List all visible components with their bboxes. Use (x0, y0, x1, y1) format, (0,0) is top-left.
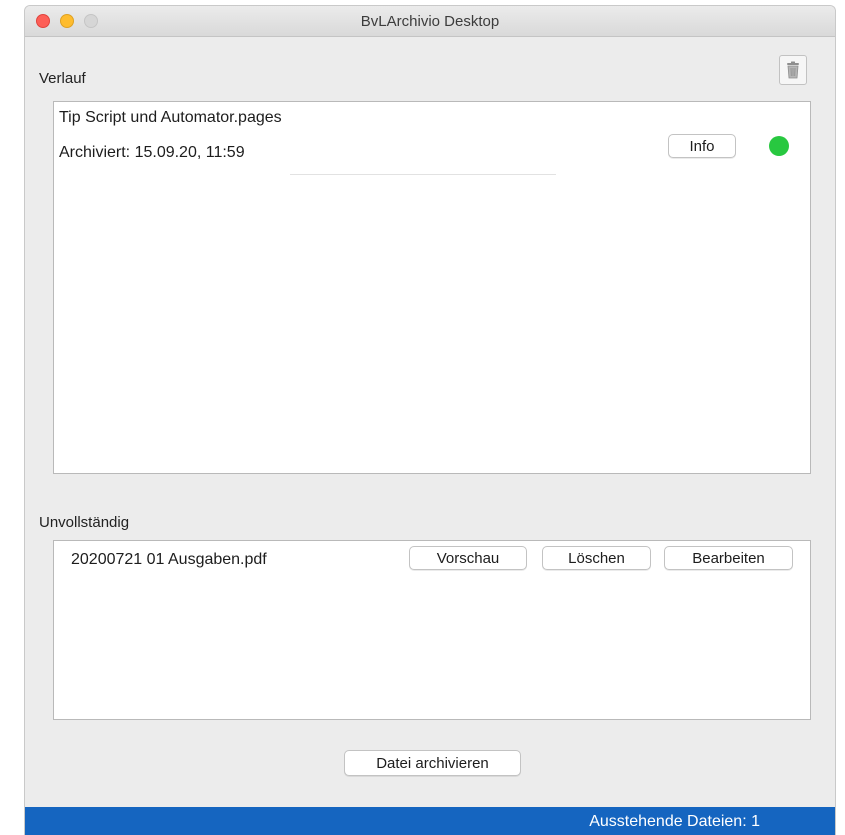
incomplete-item-filename[interactable]: 20200721 01 Ausgaben.pdf (71, 551, 267, 569)
history-item-filename[interactable]: Tip Script und Automator.pages (59, 109, 282, 127)
title-bar[interactable]: BvLArchivio Desktop (25, 6, 835, 37)
history-section-label: Verlauf (39, 70, 86, 87)
history-list[interactable]: Tip Script und Automator.pages Archivier… (53, 101, 811, 474)
app-window: BvLArchivio Desktop Verlauf Tip Script u… (24, 5, 836, 835)
info-button[interactable]: Info (668, 134, 736, 158)
delete-button[interactable]: Löschen (542, 546, 651, 570)
archive-status-indicator (769, 136, 789, 156)
pending-files-count: Ausstehende Dateien: 1 (589, 813, 760, 830)
preview-button[interactable]: Vorschau (409, 546, 527, 570)
edit-button[interactable]: Bearbeiten (664, 546, 793, 570)
trash-button[interactable] (779, 55, 807, 85)
archive-file-button[interactable]: Datei archivieren (344, 750, 521, 776)
status-bar: Ausstehende Dateien: 1 (25, 807, 835, 835)
trash-icon (787, 61, 799, 79)
incomplete-list[interactable]: 20200721 01 Ausgaben.pdf Vorschau Lösche… (53, 540, 811, 720)
list-separator (290, 174, 556, 175)
history-item-archived-date: Archiviert: 15.09.20, 11:59 (59, 144, 245, 161)
incomplete-section-label: Unvollständig (39, 514, 130, 531)
window-title: BvLArchivio Desktop (360, 13, 500, 30)
